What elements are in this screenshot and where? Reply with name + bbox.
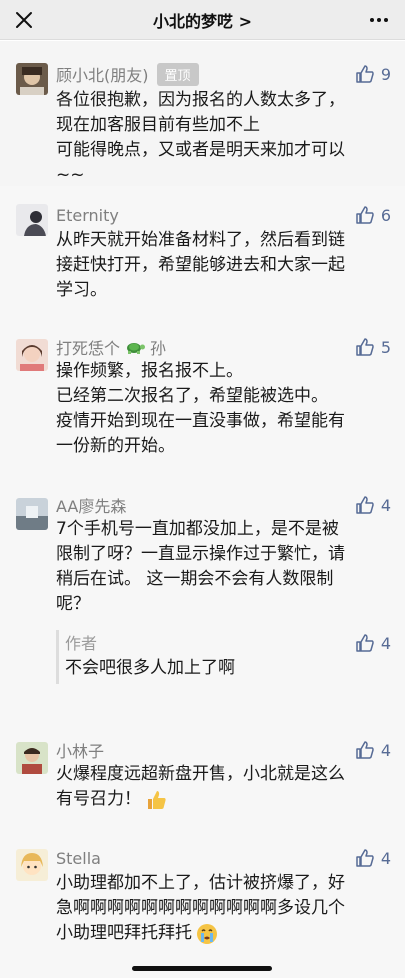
avatar[interactable] [16,339,48,371]
like-count: 4 [380,740,391,760]
comment-author[interactable]: 小林子 [56,738,104,762]
avatar[interactable] [16,204,48,236]
thumbs-up-icon [356,741,374,759]
avatar[interactable] [16,849,48,881]
like-count: 4 [380,633,391,653]
comment-author[interactable]: Stella [56,849,101,868]
thumbs-up-icon [356,206,374,224]
comment-author-suffix: 孙 [150,339,167,358]
crying-face-icon [197,923,217,944]
comment-text: 各位很抱歉，因为报名的人数太多了， 现在加客服目前有些加不上 可能得晚点，又或者… [56,90,345,185]
comment-author[interactable]: 顾小北(朋友) [56,62,149,86]
thumbs-up-icon [356,65,374,83]
comment-text: 从昨天就开始准备材料了，然后看到链 接赶快打开，希望能够进去和大家一起 学习。 [56,230,345,300]
like-button[interactable]: 4 [355,737,391,763]
comment-author[interactable]: 打死恁个 [56,335,120,359]
like-count: 6 [380,205,391,225]
comment-item: Stella 4 小助理都加不上了，估计被挤爆了，好 急啊啊啊啊啊啊啊啊啊啊啊啊… [0,837,405,978]
like-count: 4 [380,848,391,868]
like-button[interactable]: 4 [355,492,391,518]
comment-text: 小助理都加不上了，估计被挤爆了，好 急啊啊啊啊啊啊啊啊啊啊啊啊多设几个 小助理吧… [56,873,345,944]
pinned-badge: 置顶 [156,62,199,86]
reply-text: 不会吧很多人加上了啊 [65,658,235,678]
comment-item: AA廖先森 4 7个手机号一直加都没加上，是不是被 限制了呀？一直显示操作过于繁… [0,482,405,724]
like-button[interactable]: 6 [355,202,391,228]
thumbs-up-icon [356,849,374,867]
like-button[interactable]: 5 [355,334,391,360]
comment-text: 7个手机号一直加都没加上，是不是被 限制了呀？一直显示操作过于繁忙，请 稍后在试… [56,519,345,614]
thumbs-up-emoji-icon [148,790,166,809]
comment-item: 顾小北(朋友) 置顶 9 各位很抱歉，因为报名的人数太多了， 现在加客服目前有些… [0,41,405,186]
thumbs-up-icon [356,338,374,356]
thumbs-up-icon [356,634,374,652]
comment-item: 打死恁个 孙 5 操作频繁，报名报不上。 已经第二次报名了，希望能被选中。 疫情… [0,319,405,482]
home-indicator[interactable] [132,966,272,971]
reply-author[interactable]: 作者 [65,630,97,654]
author-reply: 作者 不会吧很多人加上了啊 [56,630,392,684]
like-count: 5 [380,337,391,357]
more-icon[interactable] [369,12,389,28]
close-icon[interactable] [10,6,38,34]
comment-item: 小林子 4 火爆程度远超新盘开售，小北就是这么 有号召力！ [0,724,405,837]
nav-title[interactable]: 小北的梦呓 > [153,8,252,32]
like-count: 4 [380,495,391,515]
like-button[interactable]: 9 [355,61,391,87]
comment-author[interactable]: Eternity [56,206,119,225]
turtle-icon [127,343,146,354]
reply-like-button[interactable]: 4 [355,630,391,656]
thumbs-up-icon [356,496,374,514]
comment-text: 火爆程度远超新盘开售，小北就是这么 有号召力！ [56,764,345,809]
like-count: 9 [380,64,391,84]
avatar[interactable] [16,498,48,530]
avatar[interactable] [16,742,48,774]
comment-item: Eternity 6 从昨天就开始准备材料了，然后看到链 接赶快打开，希望能够进… [0,186,405,319]
comment-author[interactable]: AA廖先森 [56,493,126,517]
avatar[interactable] [16,63,48,95]
like-button[interactable]: 4 [355,845,391,871]
comment-text: 操作频繁，报名报不上。 已经第二次报名了，希望能被选中。 疫情开始到现在一直没事… [56,361,345,456]
nav-bar: 小北的梦呓 > [0,0,405,40]
